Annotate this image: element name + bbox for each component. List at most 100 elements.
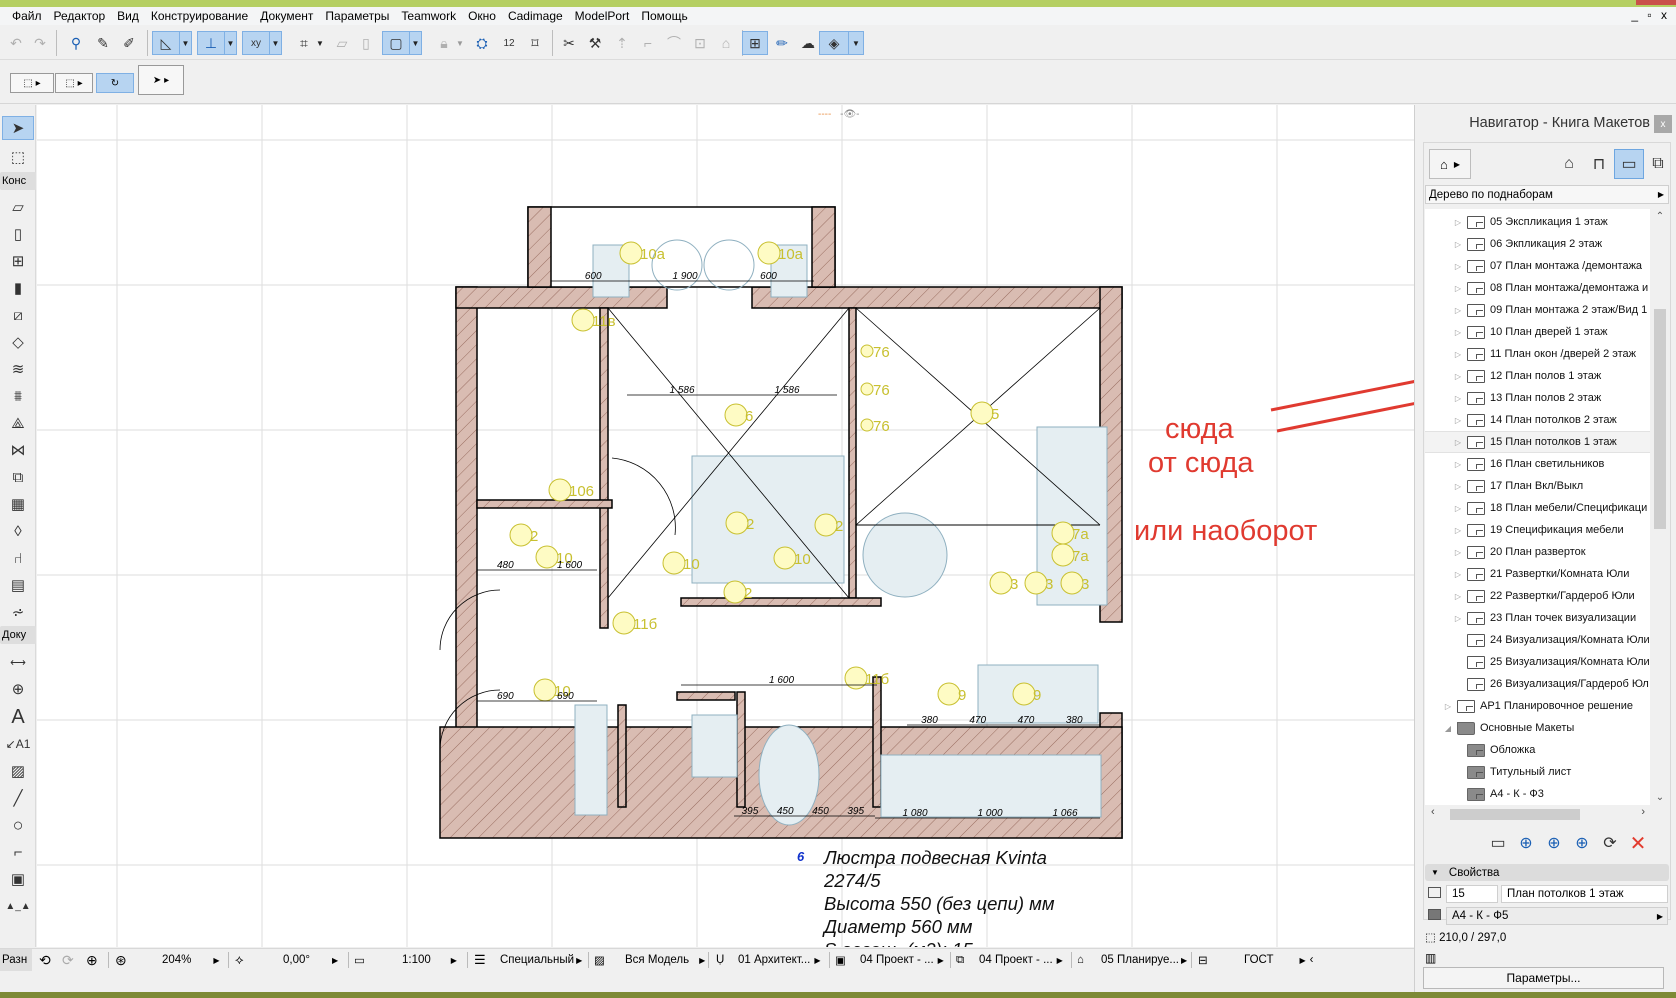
tree-item[interactable]: ▷ 12 План полов 1 этаж (1425, 365, 1650, 387)
view-map-icon[interactable]: ⊓ (1584, 149, 1614, 179)
menu-cadimage[interactable]: Cadimage (502, 9, 569, 23)
fit-window-icon[interactable]: ⊛ (115, 949, 127, 971)
window-close-strip[interactable] (1636, 0, 1676, 5)
tree-item[interactable]: ▷ 11 План окон /дверей 2 этаж (1425, 343, 1650, 365)
circle-tool[interactable]: ○ (2, 813, 34, 837)
menu-design[interactable]: Конструирование (145, 9, 254, 23)
tree-item[interactable]: Обложка (1425, 739, 1650, 761)
syringe-icon[interactable]: ✐ (117, 31, 141, 55)
zoom-level[interactable]: 204% ▶ (162, 949, 220, 971)
tree-item[interactable]: ▷ 09 План монтажа 2 этаж/Вид 1 (1425, 299, 1650, 321)
expand-icon[interactable]: ▷ (1453, 592, 1463, 601)
properties-header[interactable]: ▼ Свойства (1425, 864, 1669, 881)
navigator-mode-button[interactable]: ⌂ ▶ (1429, 149, 1471, 179)
eyedropper-icon[interactable]: ✎ (91, 31, 115, 55)
menu-modelport[interactable]: ModelPort (569, 9, 636, 23)
dimension-standard[interactable]: ГОСТ ▶ ‹ (1244, 949, 1313, 971)
expand-icon[interactable]: ▷ (1453, 350, 1463, 359)
tree-item[interactable]: ▷ 05 Экспликация 1 этаж (1425, 211, 1650, 233)
chevron-left-icon[interactable]: ‹ (1310, 954, 1314, 966)
partial-structure[interactable]: 05 Планируе... ▶ (1101, 949, 1187, 971)
chevron-down-icon[interactable]: ▼ (849, 31, 864, 55)
skylight-tool[interactable]: ⩫ (2, 600, 34, 624)
new-master-layout-icon[interactable]: ⊕ (1542, 831, 1566, 855)
line-tool[interactable]: ╱ (2, 786, 34, 810)
beam-tool[interactable]: ⧄ (2, 303, 34, 327)
trim-icon[interactable]: ⌑ (523, 31, 547, 55)
menu-document[interactable]: Документ (254, 9, 319, 23)
pen-set[interactable]: 01 Архитект... ▶ (738, 949, 821, 971)
tree-item[interactable]: ▷ 18 План мебели/Спецификаци (1425, 497, 1650, 519)
morph-tool[interactable]: ◊ (2, 519, 34, 543)
orientation-angle[interactable]: 0,00° ▶ (283, 949, 338, 971)
tree-item[interactable]: ▷ 22 Развертки/Гардероб Юли (1425, 585, 1650, 607)
tree-item[interactable]: Титульный лист (1425, 761, 1650, 783)
redo-icon[interactable]: ↷ (28, 31, 52, 55)
coordinates-icon[interactable]: xy (242, 31, 270, 55)
expand-icon[interactable]: ▷ (1453, 218, 1463, 227)
menu-view[interactable]: Вид (111, 9, 145, 23)
model-view-options[interactable]: Вся Модель ▶ (625, 949, 705, 971)
cloud-icon[interactable]: ☁ (796, 31, 820, 55)
suspend-groups-icon[interactable]: ▢ (382, 31, 410, 55)
object-tool[interactable]: ⑁ (2, 546, 34, 570)
railing-tool[interactable]: ⩩ (2, 384, 34, 408)
rotate-view-button[interactable]: ↻ (96, 73, 134, 93)
snap-guides-icon[interactable]: ⊥ (197, 31, 225, 55)
chevron-down-icon[interactable]: ▼ (454, 31, 466, 55)
close-icon[interactable]: x (1654, 115, 1672, 133)
split-icon[interactable]: ⚒ (583, 31, 607, 55)
expand-icon[interactable]: ▷ (1453, 570, 1463, 579)
roof-trim-icon[interactable]: ⌂ (714, 31, 738, 55)
expand-icon[interactable]: ▷ (1453, 614, 1463, 623)
window-controls[interactable]: _ ▫ x (1631, 8, 1670, 22)
element-info-icon[interactable]: ⛭ (470, 31, 494, 55)
menu-edit[interactable]: Редактор (48, 9, 112, 23)
expand-icon[interactable]: ▷ (1453, 394, 1463, 403)
scroll-thumb[interactable] (1450, 809, 1580, 820)
tree-item[interactable]: 26 Визуализация/Гардероб Юл (1425, 673, 1650, 695)
tree-item[interactable]: ▷ 17 План Вкл/Выкл (1425, 475, 1650, 497)
chevron-down-icon[interactable]: ▼ (410, 31, 422, 55)
expand-icon[interactable]: ▷ (1453, 438, 1463, 447)
polyline-tool[interactable]: ⌐ (2, 840, 34, 864)
delete-icon[interactable]: ✕ (1626, 831, 1650, 855)
expand-icon[interactable]: ▷ (1443, 702, 1453, 711)
tree-item[interactable]: 24 Визуализация/Комната Юли (1425, 629, 1650, 651)
window-tool[interactable]: ⊞ (2, 249, 34, 273)
scroll-left-icon[interactable]: ‹ (1431, 806, 1435, 818)
tree-item[interactable]: ▷ 13 План полов 2 этаж (1425, 387, 1650, 409)
expand-icon[interactable]: ▷ (1453, 328, 1463, 337)
mesh-tool[interactable]: ⧉ (2, 465, 34, 489)
tree-item[interactable]: ◢ Основные Макеты (1425, 717, 1650, 739)
stair-tool[interactable]: ≋ (2, 357, 34, 381)
expand-icon[interactable]: ▷ (1453, 284, 1463, 293)
construction-grid-icon[interactable]: ▱ (330, 31, 354, 55)
expand-icon[interactable]: ▷ (1453, 526, 1463, 535)
tree-item[interactable]: ▷ 16 План светильников (1425, 453, 1650, 475)
menu-window[interactable]: Окно (462, 9, 502, 23)
layout-book-icon[interactable]: ▭ (1614, 149, 1644, 179)
menu-options[interactable]: Параметры (319, 9, 395, 23)
scroll-right-icon[interactable]: › (1641, 806, 1645, 818)
scroll-thumb[interactable] (1654, 309, 1666, 529)
tree-item[interactable]: ▷ 06 Экпликация 2 этаж (1425, 233, 1650, 255)
offset-icon[interactable]: ⊡ (688, 31, 712, 55)
column-tool[interactable]: ▮ (2, 276, 34, 300)
collapse-icon[interactable]: ◢ (1443, 724, 1453, 733)
toolbox-group-misc[interactable]: Разн (0, 949, 32, 971)
menu-teamwork[interactable]: Teamwork (395, 9, 462, 23)
tree-item[interactable]: ▷ 19 Спецификация мебели (1425, 519, 1650, 541)
pencil-icon[interactable]: ✏ (770, 31, 794, 55)
redo-zoom-icon[interactable]: ⟳ (62, 949, 74, 971)
publisher-icon[interactable]: ⧉ (1643, 149, 1673, 179)
level-dimension-tool[interactable]: ⊕ (2, 677, 34, 701)
layer-combination[interactable]: Специальный ▶ (500, 949, 582, 971)
tree-horizontal-scrollbar[interactable]: ‹ › (1425, 806, 1651, 822)
tree-item[interactable]: ▷ 23 План точек визуализации (1425, 607, 1650, 629)
roof-tool[interactable]: ⟁ (2, 411, 34, 435)
menu-help[interactable]: Помощь (635, 9, 693, 23)
toolbox-group-document[interactable]: Доку (0, 626, 36, 644)
adjust-icon[interactable]: ⇡ (610, 31, 634, 55)
tree-item[interactable]: А4 - К - Ф3 (1425, 783, 1650, 805)
